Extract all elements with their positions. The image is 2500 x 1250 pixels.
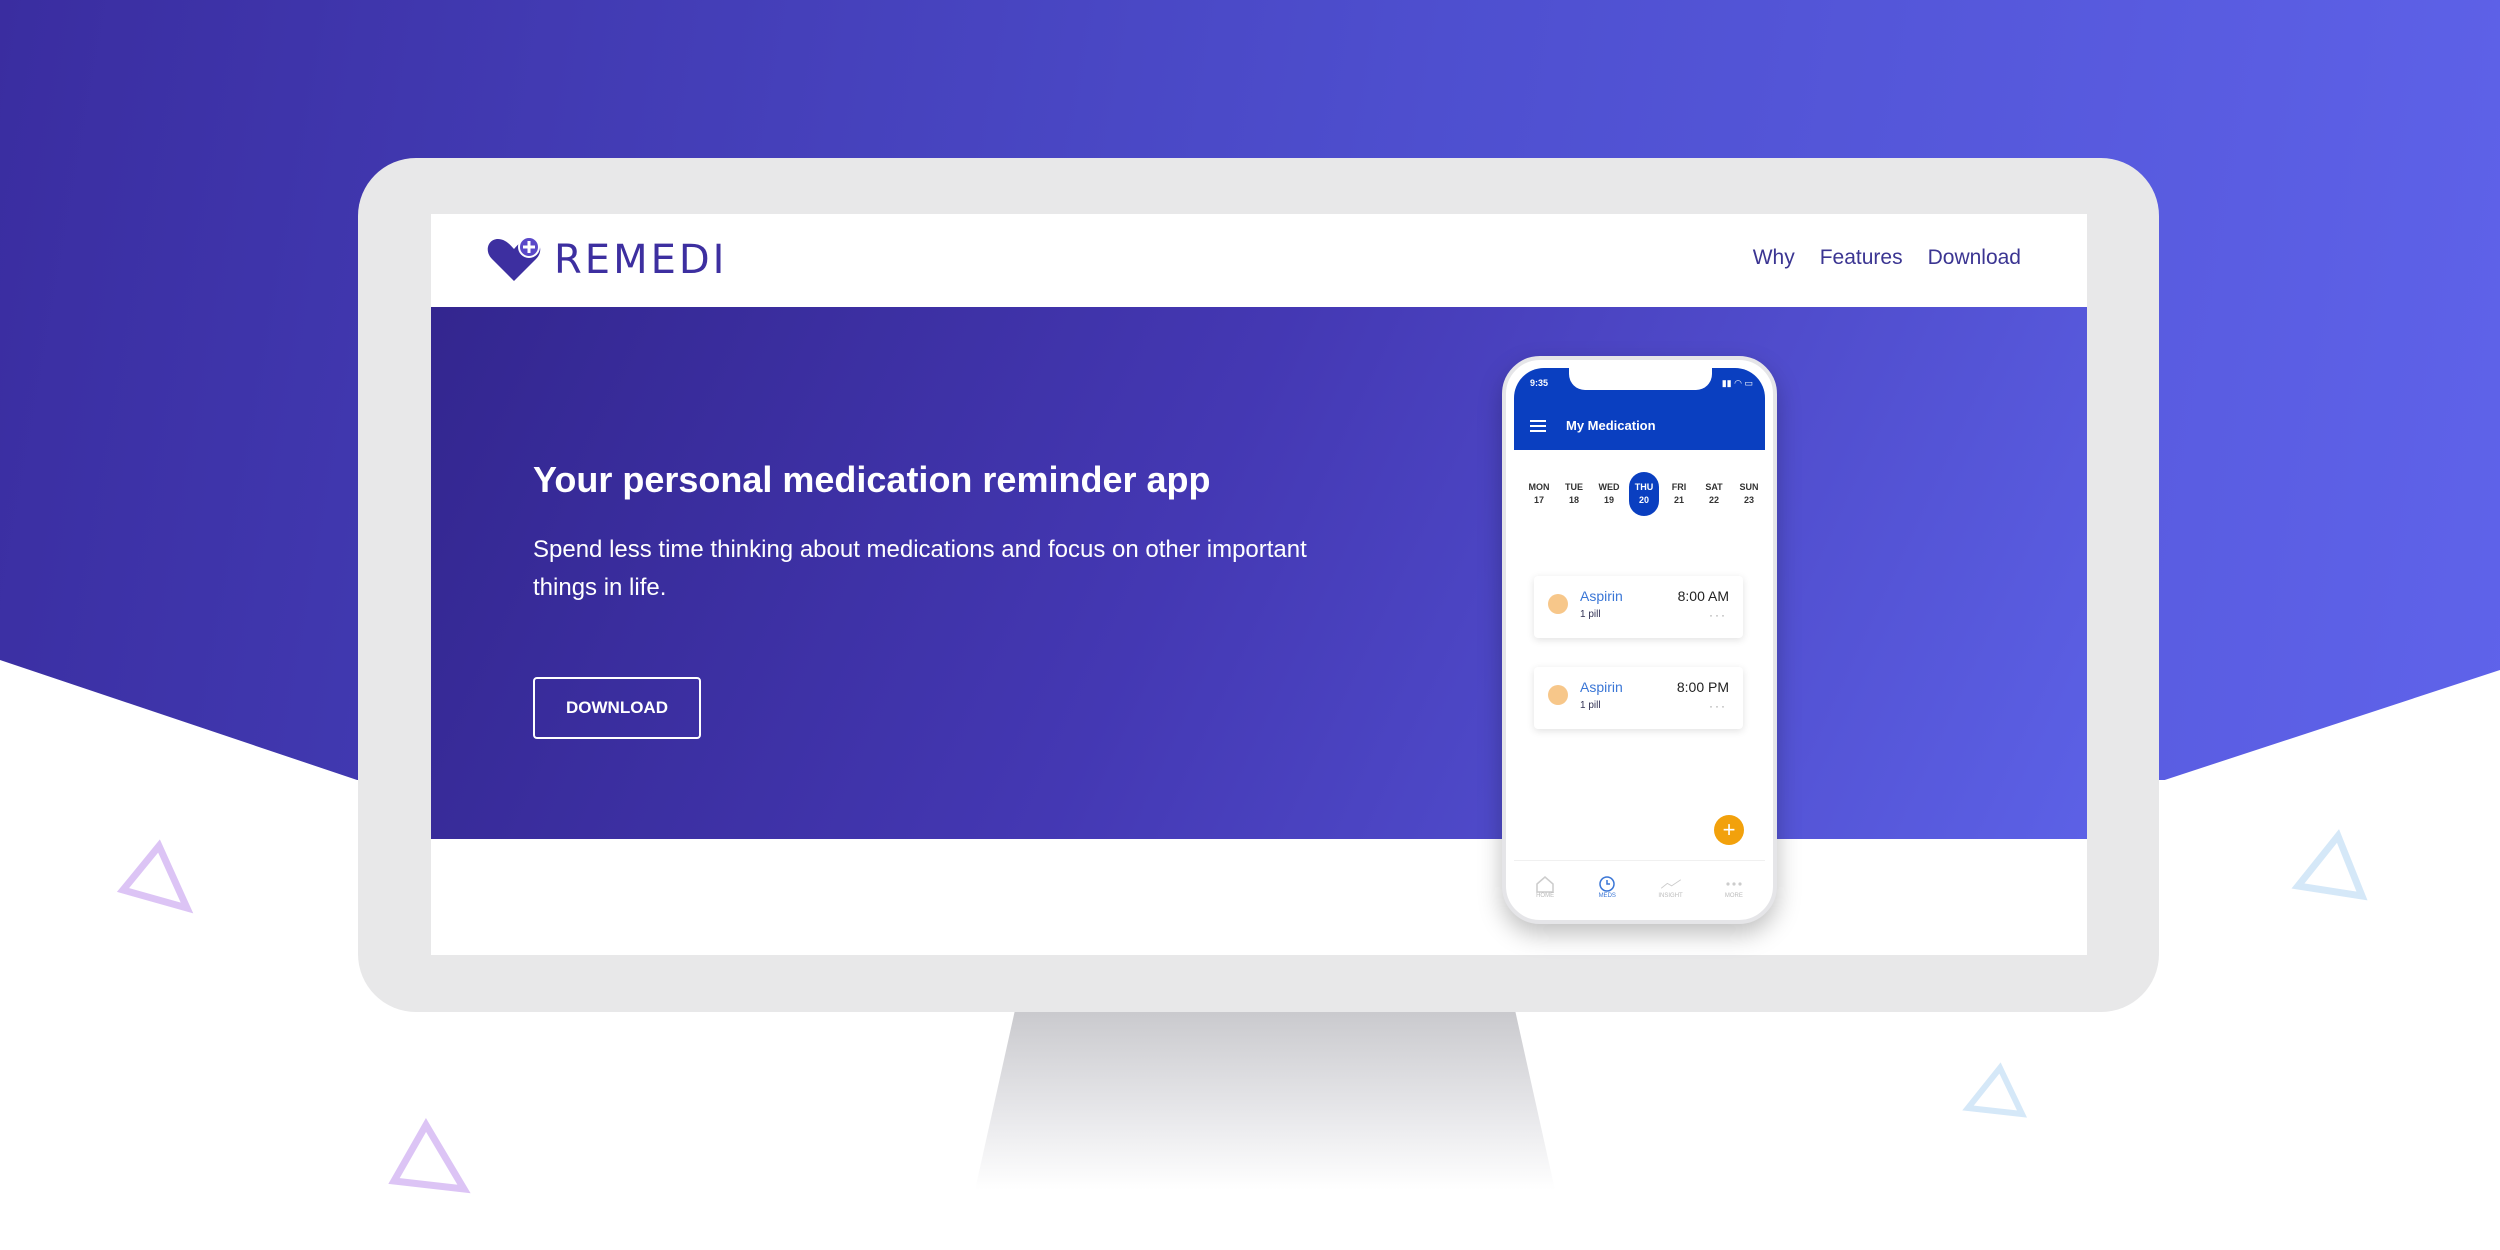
monitor-stand [975,1010,1555,1190]
day-name: FRI [1671,482,1687,492]
nav-links: Why Features Download [1753,246,2021,270]
day-sat[interactable]: SAT 22 [1699,472,1729,516]
more-dots-icon[interactable]: ··· [1709,699,1727,713]
day-name: SUN [1739,482,1759,492]
day-name: WED [1598,482,1620,492]
day-tue[interactable]: TUE 18 [1559,472,1589,516]
brand-name: REMEDI [554,237,728,283]
tab-label: MEDS [1598,892,1616,899]
day-number: 18 [1568,495,1579,505]
day-mon[interactable]: MON 17 [1524,472,1554,516]
tab-home[interactable]: HOME [1534,875,1556,899]
medication-card[interactable]: Aspirin 1 pill 8:00 AM ··· [1534,576,1743,638]
day-thu[interactable]: THU 20 [1629,472,1659,516]
pill-icon [1548,594,1568,614]
day-number: 23 [1743,495,1754,505]
decorative-triangle-blue-right [2291,829,2368,901]
day-name: SAT [1705,482,1723,492]
day-number: 21 [1673,495,1684,505]
status-time: 9:35 [1530,378,1549,388]
nav-link-download[interactable]: Download [1928,246,2021,270]
tab-label: INSIGHT [1658,892,1683,899]
day-name: MON [1528,482,1550,492]
monitor-screen: REMEDI Why Features Download Your person… [431,214,2087,955]
medication-name: Aspirin [1580,588,1623,604]
add-medication-button[interactable]: + [1714,815,1744,845]
day-name: TUE [1565,482,1583,492]
tab-label: HOME [1536,892,1555,899]
hero-subtitle: Spend less time thinking about medicatio… [533,536,1307,601]
tab-label: MORE [1724,892,1743,899]
phone-notch [1569,368,1712,390]
phone-screen: 9:35 ▮▮ ◠ ▭ My Medication MON 17 TUE 18 WE… [1514,368,1765,912]
day-sun[interactable]: SUN 23 [1734,472,1764,516]
download-button[interactable]: DOWNLOAD [533,677,701,739]
chart-line-icon [1660,878,1681,889]
medication-dose: 1 pill [1580,700,1601,711]
nav-link-features[interactable]: Features [1820,246,1903,270]
tab-more[interactable]: MORE [1723,875,1745,899]
tab-insight[interactable]: INSIGHT [1658,875,1683,899]
phone-mockup: 9:35 ▮▮ ◠ ▭ My Medication MON 17 TUE 18 WE… [1502,356,1777,924]
day-number: 20 [1638,495,1649,505]
medication-card[interactable]: Aspirin 1 pill 8:00 PM ··· [1534,667,1743,729]
day-name: THU [1634,482,1654,492]
battery-icon: ▮▮ ◠ ▭ [1721,378,1753,388]
home-icon [1536,875,1554,893]
decorative-triangle-blue-small [1962,1062,2028,1118]
medication-dose: 1 pill [1580,609,1601,620]
menu-icon[interactable] [1530,420,1546,435]
tab-meds[interactable]: MEDS [1596,875,1618,899]
day-wed[interactable]: WED 19 [1594,472,1624,516]
decorative-triangle-purple-left [116,839,194,914]
nav-link-why[interactable]: Why [1753,246,1795,270]
more-icon [1726,881,1742,886]
medication-time: 8:00 PM [1676,679,1729,695]
app-title: My Medication [1566,418,1656,433]
tab-bar: HOME MEDS INSIGHT MORE [1514,860,1765,912]
more-dots-icon[interactable]: ··· [1709,608,1727,622]
pill-icon [1548,685,1568,705]
brand-logo[interactable]: REMEDI [484,235,727,285]
week-selector: MON 17 TUE 18 WED 19 THU 20 FRI 21 SAT 22 SUN 2… [1524,472,1764,516]
day-fri[interactable]: FRI 21 [1664,472,1694,516]
medication-name: Aspirin [1580,679,1623,695]
hero-section: Your personal medication reminder app Sp… [431,307,2087,839]
decorative-triangle-purple-bottom [388,1118,471,1194]
hero-title: Your personal medication reminder app [533,459,1211,500]
heart-plus-icon [487,236,541,281]
site-navbar: REMEDI Why Features Download [431,214,2087,307]
clock-icon [1599,875,1615,892]
day-number: 19 [1603,495,1614,505]
day-number: 17 [1533,495,1544,505]
day-number: 22 [1708,495,1719,505]
medication-time: 8:00 AM [1677,588,1729,604]
